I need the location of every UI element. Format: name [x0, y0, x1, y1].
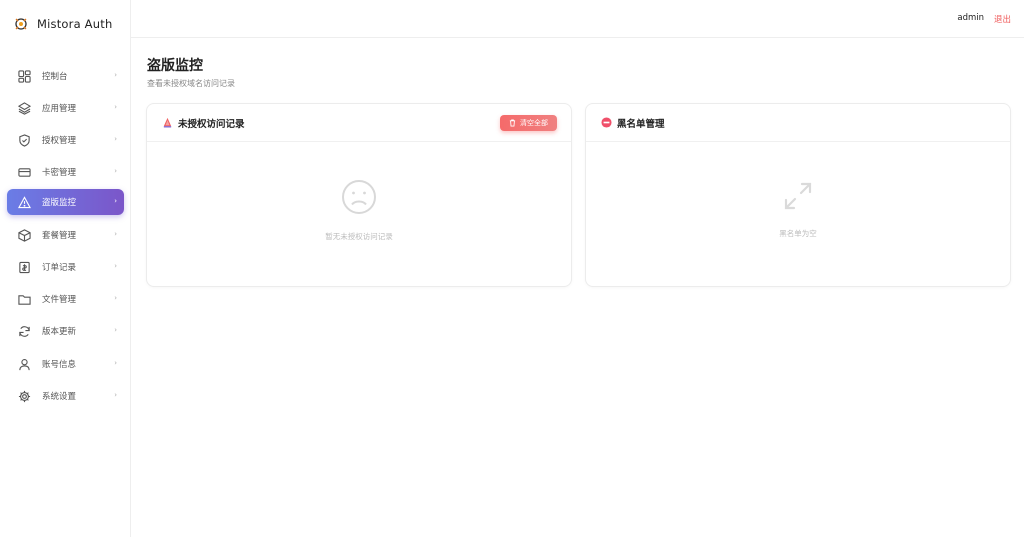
- empty-state-text: 黑名单为空: [779, 229, 817, 238]
- chevron-right-icon: ›: [114, 197, 117, 205]
- card-title: 黑名单管理: [617, 118, 665, 130]
- card-icon: [17, 165, 31, 179]
- receipt-icon: [17, 260, 31, 274]
- empty-state-text: 暂无未授权访问记录: [325, 232, 393, 241]
- current-user: admin: [957, 13, 984, 23]
- chevron-right-icon: ›: [114, 391, 117, 399]
- clear-all-label: 清空全部: [520, 119, 548, 127]
- brand[interactable]: Mistora Auth: [0, 0, 130, 48]
- sidebar-item-label: 文件管理: [42, 295, 77, 305]
- chevron-right-icon: ›: [114, 167, 117, 175]
- chevron-right-icon: ›: [114, 103, 117, 111]
- sidebar-item-label: 授权管理: [42, 136, 77, 146]
- unauthorized-access-card: 未授权访问记录 清空全部 暂无未授权访问记录: [146, 103, 572, 287]
- dashboard-icon: [17, 69, 31, 83]
- sidebar-item-piracy-monitor[interactable]: 盗版监控 ›: [7, 189, 124, 215]
- sidebar-item-account[interactable]: 账号信息 ›: [7, 351, 124, 377]
- sidebar-item-label: 订单记录: [42, 263, 77, 273]
- layers-icon: [17, 101, 31, 115]
- sidebar-item-cards[interactable]: 卡密管理 ›: [7, 159, 124, 185]
- folder-icon: [17, 292, 31, 306]
- refresh-icon: [17, 324, 31, 338]
- sidebar-item-updates[interactable]: 版本更新 ›: [7, 318, 124, 344]
- sidebar-item-apps[interactable]: 应用管理 ›: [7, 95, 124, 121]
- card-header: 黑名单管理: [586, 104, 1010, 142]
- card-title: 未授权访问记录: [178, 118, 245, 130]
- alarm-icon: [162, 117, 173, 128]
- sidebar-item-packages[interactable]: 套餐管理 ›: [7, 222, 124, 248]
- user-icon: [17, 357, 31, 371]
- page-subtitle: 查看未授权域名访问记录: [147, 79, 235, 88]
- warning-icon: [17, 195, 31, 209]
- sidebar-item-label: 账号信息: [42, 360, 77, 370]
- sidebar-item-label: 版本更新: [42, 327, 77, 337]
- logout-link[interactable]: 退出: [994, 13, 1011, 25]
- sidebar-item-orders[interactable]: 订单记录 ›: [7, 254, 124, 280]
- chevron-right-icon: ›: [114, 262, 117, 270]
- blacklist-card: 黑名单管理 黑名单为空: [585, 103, 1011, 287]
- clear-all-button[interactable]: 清空全部: [500, 115, 557, 131]
- sidebar-item-files[interactable]: 文件管理 ›: [7, 286, 124, 312]
- chevron-right-icon: ›: [114, 230, 117, 238]
- sad-face-icon: [341, 179, 377, 219]
- card-header: 未授权访问记录 清空全部: [147, 104, 571, 142]
- sidebar-item-label: 应用管理: [42, 104, 77, 114]
- brand-logo-icon: [13, 16, 29, 32]
- topbar: admin 退出: [131, 0, 1024, 38]
- gear-icon: [17, 389, 31, 403]
- sidebar: Mistora Auth 控制台 › 应用管理 › 授权管理 › 卡密管理 › …: [0, 0, 131, 537]
- block-icon: [601, 117, 612, 128]
- shield-icon: [17, 133, 31, 147]
- sidebar-item-label: 控制台: [42, 72, 68, 82]
- sidebar-item-licenses[interactable]: 授权管理 ›: [7, 127, 124, 153]
- sidebar-item-label: 盗版监控: [42, 198, 77, 208]
- package-icon: [17, 228, 31, 242]
- chevron-right-icon: ›: [114, 359, 117, 367]
- sidebar-item-dashboard[interactable]: 控制台 ›: [7, 63, 124, 89]
- chevron-right-icon: ›: [114, 135, 117, 143]
- sidebar-item-label: 卡密管理: [42, 168, 77, 178]
- sidebar-item-settings[interactable]: 系统设置 ›: [7, 383, 124, 409]
- sidebar-item-label: 套餐管理: [42, 231, 77, 241]
- expand-icon: [781, 179, 815, 217]
- sidebar-item-label: 系统设置: [42, 392, 77, 402]
- chevron-right-icon: ›: [114, 71, 117, 79]
- brand-name: Mistora Auth: [37, 17, 113, 31]
- trash-icon: [509, 119, 516, 127]
- page-title: 盗版监控: [147, 58, 203, 74]
- chevron-right-icon: ›: [114, 326, 117, 334]
- chevron-right-icon: ›: [114, 294, 117, 302]
